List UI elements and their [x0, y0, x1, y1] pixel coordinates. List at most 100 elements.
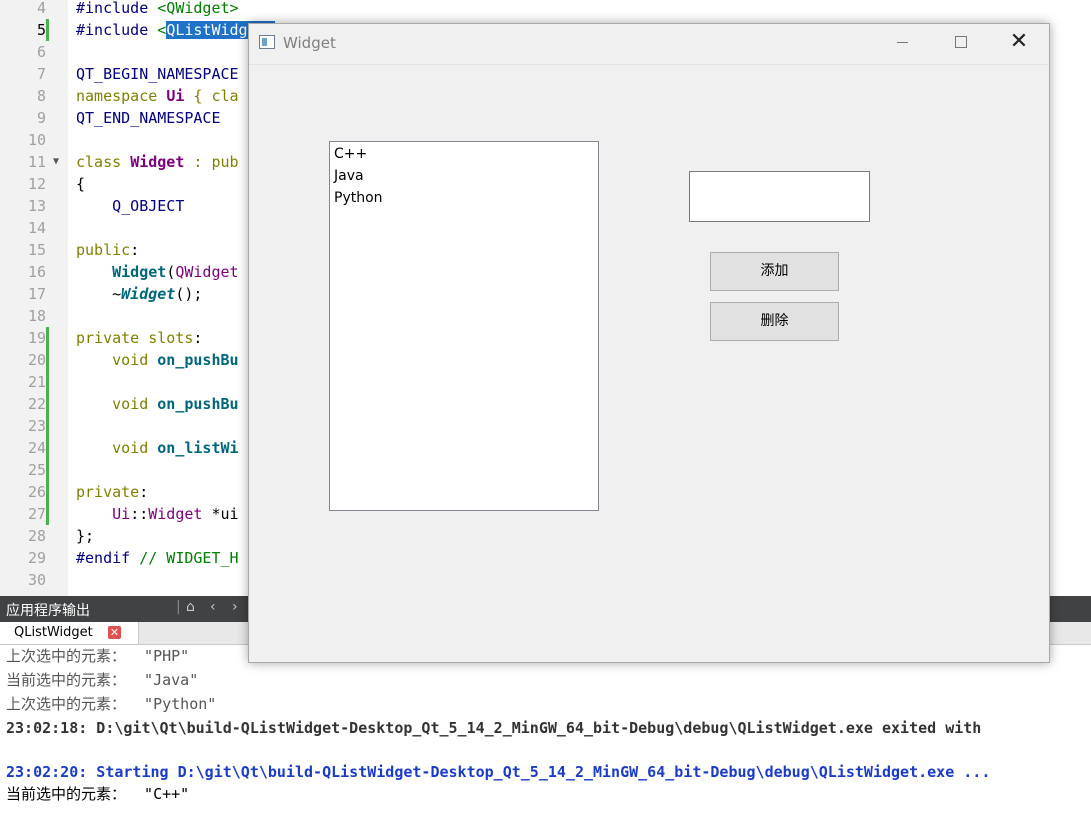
list-item[interactable]: C++ — [334, 143, 367, 165]
code-token: QWidget — [175, 263, 239, 281]
line-number: 17 — [27, 285, 46, 303]
code-token: :: — [130, 505, 149, 523]
list-item[interactable]: Java — [334, 165, 364, 187]
modified-line-marker — [46, 327, 49, 525]
code-line: namespace Ui { cla — [76, 85, 239, 107]
line-number-current: 5 — [36, 21, 46, 39]
code-token: : pub — [184, 153, 239, 171]
output-pane-title: 应用程序输出 — [6, 603, 90, 619]
line-number: 8 — [36, 87, 46, 105]
line-number: 26 — [27, 483, 46, 501]
log-line: 23:02:20: Starting D:\git\Qt\build-QList… — [6, 763, 991, 781]
clear-output-icon[interactable]: ⌂ — [186, 599, 195, 615]
code-token: on_pushBu — [157, 395, 239, 413]
code-line: ~Widget(); — [76, 283, 202, 305]
code-line: public: — [76, 239, 139, 261]
delete-button[interactable]: 删除 — [710, 302, 839, 341]
code-token: on_listWi — [157, 439, 239, 457]
line-number: 24 — [27, 439, 46, 457]
code-line: void on_pushBu — [76, 349, 239, 371]
previous-item-icon[interactable]: ‹ — [210, 599, 216, 615]
code-token: #include — [76, 21, 158, 39]
code-token: ~ — [76, 285, 122, 303]
line-number: 13 — [27, 197, 46, 215]
code-token: class — [76, 153, 131, 171]
code-token: ( — [166, 263, 176, 281]
code-token: *ui — [202, 505, 239, 523]
log-line: 当前选中的元素： "Java" — [6, 671, 199, 689]
code-token: <QWidget> — [157, 0, 239, 17]
modified-line-marker — [46, 19, 49, 41]
code-line: #endif // WIDGET_H — [76, 547, 239, 569]
add-button[interactable]: 添加 — [710, 252, 839, 291]
code-token: : — [193, 329, 203, 347]
separator: | — [176, 599, 181, 615]
next-item-icon[interactable]: › — [232, 599, 238, 615]
line-number: 14 — [27, 219, 46, 237]
line-number: 28 — [27, 527, 46, 545]
list-item[interactable]: Python — [334, 187, 383, 209]
code-token: private slots — [76, 329, 194, 347]
code-line: }; — [76, 527, 95, 545]
code-token: // WIDGET_H — [139, 549, 239, 567]
line-number: 18 — [27, 307, 46, 325]
window-titlebar[interactable]: Widget ✕ — [249, 24, 1049, 65]
widget-window: Widget ✕ C++ Java Python 添加 删除 — [248, 23, 1050, 663]
code-line: QT_END_NAMESPACE — [76, 109, 221, 127]
app-window-icon — [259, 35, 275, 49]
code-token: Widget — [112, 263, 167, 281]
code-token: public — [76, 241, 131, 259]
code-line: Ui::Widget *ui — [76, 503, 239, 525]
code-token: namespace — [76, 87, 167, 105]
close-button[interactable]: ✕ — [999, 30, 1039, 56]
text-input[interactable] — [689, 171, 870, 222]
line-number: 25 — [27, 461, 46, 479]
line-number: 7 — [36, 65, 46, 83]
code-token: private — [76, 483, 140, 501]
fold-arrow-icon[interactable]: ▼ — [53, 151, 59, 173]
code-line: void on_listWi — [76, 437, 239, 459]
line-number: 27 — [27, 505, 46, 523]
line-number: 15 — [27, 241, 46, 259]
code-line: Q_OBJECT — [76, 197, 185, 215]
line-number: 10 — [27, 131, 46, 149]
code-token: : — [139, 483, 149, 501]
output-tab-label: QListWidget — [14, 625, 93, 640]
code-token: void — [76, 439, 158, 457]
code-token: Ui — [166, 87, 185, 105]
close-tab-icon[interactable]: ✕ — [108, 626, 121, 639]
code-token: Widget — [130, 153, 185, 171]
code-token: on_pushBu — [157, 351, 239, 369]
line-number: 4 — [36, 0, 46, 17]
code-line: #include <QWidget> — [76, 0, 239, 19]
minimize-button[interactable] — [883, 30, 923, 56]
code-line: Widget(QWidget — [76, 261, 239, 283]
line-number: 22 — [27, 395, 46, 413]
line-number: 11 — [27, 153, 46, 171]
line-number: 9 — [36, 109, 46, 127]
log-line: 当前选中的元素： "C++" — [6, 785, 190, 803]
list-widget[interactable]: C++ Java Python — [329, 141, 599, 511]
code-token: Widget — [121, 285, 176, 303]
code-line: class Widget : pub — [76, 151, 239, 173]
code-line: private: — [76, 481, 148, 503]
code-token: void — [76, 351, 158, 369]
code-token: void — [76, 395, 158, 413]
line-number: 12 — [27, 175, 46, 193]
code-line: private slots: — [76, 327, 202, 349]
log-line: 上次选中的元素： "Python" — [6, 695, 217, 713]
code-token: Ui — [112, 505, 131, 523]
code-token: Widget — [148, 505, 203, 523]
line-number: 30 — [27, 571, 46, 589]
line-number: 21 — [27, 373, 46, 391]
log-line: 上次选中的元素： "PHP" — [6, 647, 190, 665]
line-number: 29 — [27, 549, 46, 567]
maximize-button[interactable] — [941, 30, 981, 56]
line-number: 16 — [27, 263, 46, 281]
line-number: 23 — [27, 417, 46, 435]
output-tab[interactable]: QListWidget ✕ — [0, 622, 139, 644]
code-token: < — [157, 21, 167, 39]
code-token: : — [130, 241, 140, 259]
